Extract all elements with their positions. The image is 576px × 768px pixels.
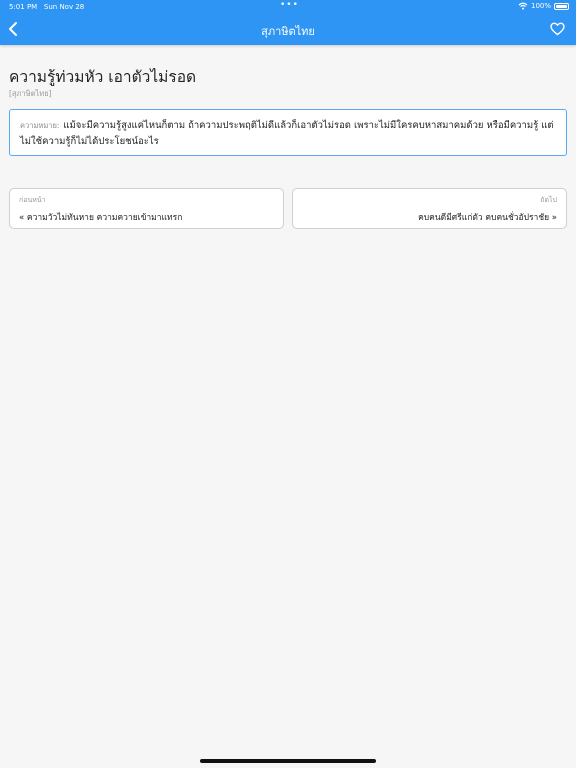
- previous-proverb-text: « ความวัวไม่ทันหาย ความควายเข้ามาแทรก: [19, 213, 183, 223]
- proverb-title: ความรู้ท่วมหัว เอาตัวไม่รอด: [9, 68, 197, 86]
- proverb-category: [สุภาษิตไทย]: [9, 89, 52, 98]
- home-indicator[interactable]: [200, 759, 376, 763]
- multitasking-dots-icon[interactable]: •••: [280, 0, 299, 10]
- wifi-icon: [518, 2, 528, 10]
- meaning-text: แม้จะมีความรู้สูงแค่ไหนก็ตาม ถ้าความประพ…: [20, 120, 554, 147]
- battery-percent: 100%: [530, 2, 551, 10]
- previous-label: ก่อนหน้า: [19, 196, 46, 204]
- next-proverb-button[interactable]: ถัดไป คบคนดีมีศรีแก่ตัว คบคนชั่วอัปราชัย…: [292, 188, 567, 229]
- status-bar: 5:01 PM Sun Nov 28 ••• 100%: [0, 0, 576, 14]
- status-time: 5:01 PM: [9, 3, 38, 11]
- meaning-box: ความหมาย: แม้จะมีความรู้สูงแค่ไหนก็ตาม ถ้…: [9, 109, 567, 156]
- page-title: สุภาษิตไทย: [261, 25, 315, 38]
- next-label: ถัดไป: [540, 196, 557, 204]
- heart-outline-icon[interactable]: [550, 22, 565, 36]
- status-date: Sun Nov 28: [43, 3, 85, 11]
- meaning-label: ความหมาย:: [20, 121, 60, 130]
- navigation-bar: 5:01 PM Sun Nov 28 ••• 100% สุภาษิตไทย: [0, 0, 576, 45]
- previous-proverb-button[interactable]: ก่อนหน้า « ความวัวไม่ทันหาย ความควายเข้า…: [9, 188, 284, 229]
- battery-icon: [554, 2, 569, 10]
- next-proverb-text: คบคนดีมีศรีแก่ตัว คบคนชั่วอัปราชัย »: [418, 213, 557, 223]
